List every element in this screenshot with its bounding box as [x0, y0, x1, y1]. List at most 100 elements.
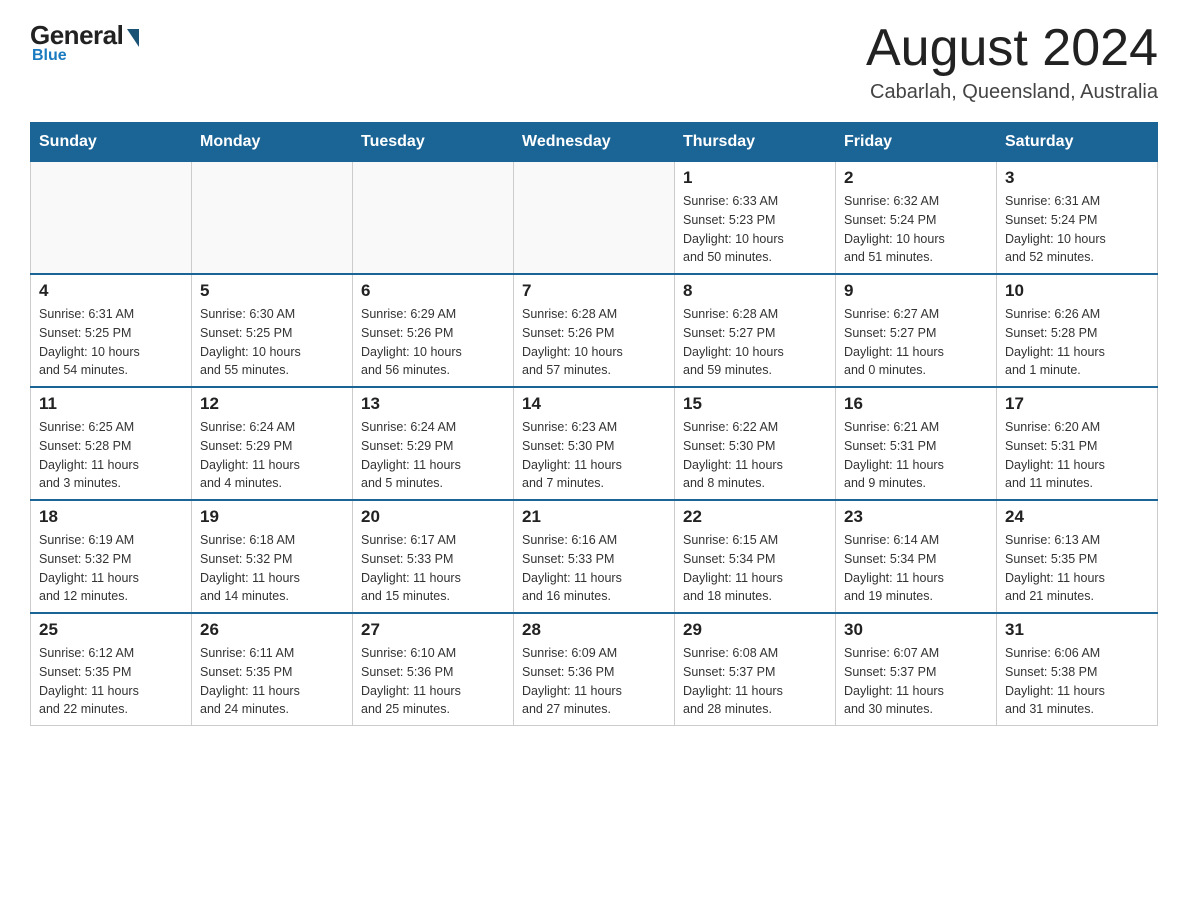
- day-info: Sunrise: 6:31 AM Sunset: 5:24 PM Dayligh…: [1005, 192, 1149, 267]
- title-block: August 2024 Cabarlah, Queensland, Austra…: [866, 20, 1158, 104]
- day-info: Sunrise: 6:15 AM Sunset: 5:34 PM Dayligh…: [683, 531, 827, 606]
- day-info: Sunrise: 6:06 AM Sunset: 5:38 PM Dayligh…: [1005, 644, 1149, 719]
- day-number: 15: [683, 394, 827, 414]
- calendar-cell: 10Sunrise: 6:26 AM Sunset: 5:28 PM Dayli…: [997, 274, 1158, 387]
- calendar-cell: 2 Sunrise: 6:32 AM Sunset: 5:24 PM Daylig…: [836, 162, 997, 275]
- calendar-cell: 23 Sunrise: 6:14 AM Sunset: 5:34 PM Dayli…: [836, 500, 997, 613]
- day-number: 11: [39, 394, 183, 414]
- day-number: 27: [361, 620, 505, 640]
- calendar-week-row: 1 Sunrise: 6:33 AM Sunset: 5:23 PM Daylig…: [31, 162, 1158, 275]
- day-info: Sunrise: 6:08 AM Sunset: 5:37 PM Dayligh…: [683, 644, 827, 719]
- day-info: Sunrise: 6:27 AM Sunset: 5:27 PM Dayligh…: [844, 305, 988, 380]
- day-number: 14: [522, 394, 666, 414]
- day-info: Sunrise: 6:23 AM Sunset: 5:30 PM Dayligh…: [522, 418, 666, 493]
- day-info: Sunrise: 6:18 AM Sunset: 5:32 PM Dayligh…: [200, 531, 344, 606]
- day-number: 23: [844, 507, 988, 527]
- day-info: Sunrise: 6:29 AM Sunset: 5:26 PM Dayligh…: [361, 305, 505, 380]
- day-info: Sunrise: 6:21 AM Sunset: 5:31 PM Dayligh…: [844, 418, 988, 493]
- day-number: 28: [522, 620, 666, 640]
- page-header: General Blue August 2024 Cabarlah, Queen…: [30, 20, 1158, 104]
- calendar-cell: [514, 162, 675, 275]
- calendar-cell: [192, 162, 353, 275]
- day-number: 7: [522, 281, 666, 301]
- day-info: Sunrise: 6:07 AM Sunset: 5:37 PM Dayligh…: [844, 644, 988, 719]
- day-number: 2: [844, 168, 988, 188]
- calendar-cell: 17 Sunrise: 6:20 AM Sunset: 5:31 PM Dayli…: [997, 387, 1158, 500]
- calendar-cell: 1 Sunrise: 6:33 AM Sunset: 5:23 PM Daylig…: [675, 162, 836, 275]
- day-info: Sunrise: 6:20 AM Sunset: 5:31 PM Dayligh…: [1005, 418, 1149, 493]
- calendar-cell: 7Sunrise: 6:28 AM Sunset: 5:26 PM Daylig…: [514, 274, 675, 387]
- calendar-cell: 18 Sunrise: 6:19 AM Sunset: 5:32 PM Dayli…: [31, 500, 192, 613]
- day-info: Sunrise: 6:17 AM Sunset: 5:33 PM Dayligh…: [361, 531, 505, 606]
- day-info: Sunrise: 6:19 AM Sunset: 5:32 PM Dayligh…: [39, 531, 183, 606]
- day-info: Sunrise: 6:22 AM Sunset: 5:30 PM Dayligh…: [683, 418, 827, 493]
- column-header-wednesday: Wednesday: [514, 123, 675, 162]
- day-info: Sunrise: 6:16 AM Sunset: 5:33 PM Dayligh…: [522, 531, 666, 606]
- day-info: Sunrise: 6:31 AM Sunset: 5:25 PM Dayligh…: [39, 305, 183, 380]
- day-number: 21: [522, 507, 666, 527]
- calendar-cell: 14 Sunrise: 6:23 AM Sunset: 5:30 PM Dayli…: [514, 387, 675, 500]
- day-info: Sunrise: 6:10 AM Sunset: 5:36 PM Dayligh…: [361, 644, 505, 719]
- calendar-cell: [353, 162, 514, 275]
- day-number: 19: [200, 507, 344, 527]
- calendar-cell: 20Sunrise: 6:17 AM Sunset: 5:33 PM Dayli…: [353, 500, 514, 613]
- day-number: 1: [683, 168, 827, 188]
- calendar-cell: 8Sunrise: 6:28 AM Sunset: 5:27 PM Daylig…: [675, 274, 836, 387]
- calendar-cell: 31 Sunrise: 6:06 AM Sunset: 5:38 PM Dayli…: [997, 613, 1158, 726]
- day-info: Sunrise: 6:30 AM Sunset: 5:25 PM Dayligh…: [200, 305, 344, 380]
- column-header-sunday: Sunday: [31, 123, 192, 162]
- calendar-cell: 27 Sunrise: 6:10 AM Sunset: 5:36 PM Dayli…: [353, 613, 514, 726]
- day-info: Sunrise: 6:24 AM Sunset: 5:29 PM Dayligh…: [200, 418, 344, 493]
- day-number: 22: [683, 507, 827, 527]
- calendar-cell: 13 Sunrise: 6:24 AM Sunset: 5:29 PM Dayli…: [353, 387, 514, 500]
- column-header-saturday: Saturday: [997, 123, 1158, 162]
- logo-blue-text: Blue: [32, 47, 67, 65]
- day-info: Sunrise: 6:11 AM Sunset: 5:35 PM Dayligh…: [200, 644, 344, 719]
- day-number: 31: [1005, 620, 1149, 640]
- calendar-cell: 5Sunrise: 6:30 AM Sunset: 5:25 PM Daylig…: [192, 274, 353, 387]
- calendar-cell: 12 Sunrise: 6:24 AM Sunset: 5:29 PM Dayli…: [192, 387, 353, 500]
- day-number: 9: [844, 281, 988, 301]
- day-number: 24: [1005, 507, 1149, 527]
- calendar-cell: 30 Sunrise: 6:07 AM Sunset: 5:37 PM Dayli…: [836, 613, 997, 726]
- calendar-cell: 26Sunrise: 6:11 AM Sunset: 5:35 PM Dayli…: [192, 613, 353, 726]
- logo-arrow-icon: [127, 29, 139, 47]
- column-header-friday: Friday: [836, 123, 997, 162]
- calendar-cell: 6 Sunrise: 6:29 AM Sunset: 5:26 PM Daylig…: [353, 274, 514, 387]
- day-number: 29: [683, 620, 827, 640]
- calendar-cell: 4 Sunrise: 6:31 AM Sunset: 5:25 PM Daylig…: [31, 274, 192, 387]
- calendar-cell: 28Sunrise: 6:09 AM Sunset: 5:36 PM Dayli…: [514, 613, 675, 726]
- day-number: 12: [200, 394, 344, 414]
- month-year-title: August 2024: [866, 20, 1158, 77]
- day-number: 6: [361, 281, 505, 301]
- calendar-header-row: SundayMondayTuesdayWednesdayThursdayFrid…: [31, 123, 1158, 162]
- day-info: Sunrise: 6:13 AM Sunset: 5:35 PM Dayligh…: [1005, 531, 1149, 606]
- day-info: Sunrise: 6:12 AM Sunset: 5:35 PM Dayligh…: [39, 644, 183, 719]
- calendar-cell: 9 Sunrise: 6:27 AM Sunset: 5:27 PM Daylig…: [836, 274, 997, 387]
- day-number: 8: [683, 281, 827, 301]
- day-info: Sunrise: 6:32 AM Sunset: 5:24 PM Dayligh…: [844, 192, 988, 267]
- day-info: Sunrise: 6:25 AM Sunset: 5:28 PM Dayligh…: [39, 418, 183, 493]
- day-number: 17: [1005, 394, 1149, 414]
- column-header-tuesday: Tuesday: [353, 123, 514, 162]
- calendar-cell: 22 Sunrise: 6:15 AM Sunset: 5:34 PM Dayli…: [675, 500, 836, 613]
- calendar-cell: 21 Sunrise: 6:16 AM Sunset: 5:33 PM Dayli…: [514, 500, 675, 613]
- location-subtitle: Cabarlah, Queensland, Australia: [866, 81, 1158, 104]
- calendar-week-row: 4 Sunrise: 6:31 AM Sunset: 5:25 PM Daylig…: [31, 274, 1158, 387]
- calendar-table: SundayMondayTuesdayWednesdayThursdayFrid…: [30, 122, 1158, 726]
- column-header-monday: Monday: [192, 123, 353, 162]
- day-info: Sunrise: 6:26 AM Sunset: 5:28 PM Dayligh…: [1005, 305, 1149, 380]
- calendar-week-row: 18 Sunrise: 6:19 AM Sunset: 5:32 PM Dayli…: [31, 500, 1158, 613]
- day-info: Sunrise: 6:24 AM Sunset: 5:29 PM Dayligh…: [361, 418, 505, 493]
- calendar-cell: 11 Sunrise: 6:25 AM Sunset: 5:28 PM Dayli…: [31, 387, 192, 500]
- day-info: Sunrise: 6:14 AM Sunset: 5:34 PM Dayligh…: [844, 531, 988, 606]
- calendar-cell: [31, 162, 192, 275]
- calendar-cell: 29 Sunrise: 6:08 AM Sunset: 5:37 PM Dayli…: [675, 613, 836, 726]
- day-info: Sunrise: 6:33 AM Sunset: 5:23 PM Dayligh…: [683, 192, 827, 267]
- day-number: 16: [844, 394, 988, 414]
- day-number: 18: [39, 507, 183, 527]
- day-number: 4: [39, 281, 183, 301]
- calendar-cell: 3Sunrise: 6:31 AM Sunset: 5:24 PM Daylig…: [997, 162, 1158, 275]
- day-number: 13: [361, 394, 505, 414]
- day-number: 30: [844, 620, 988, 640]
